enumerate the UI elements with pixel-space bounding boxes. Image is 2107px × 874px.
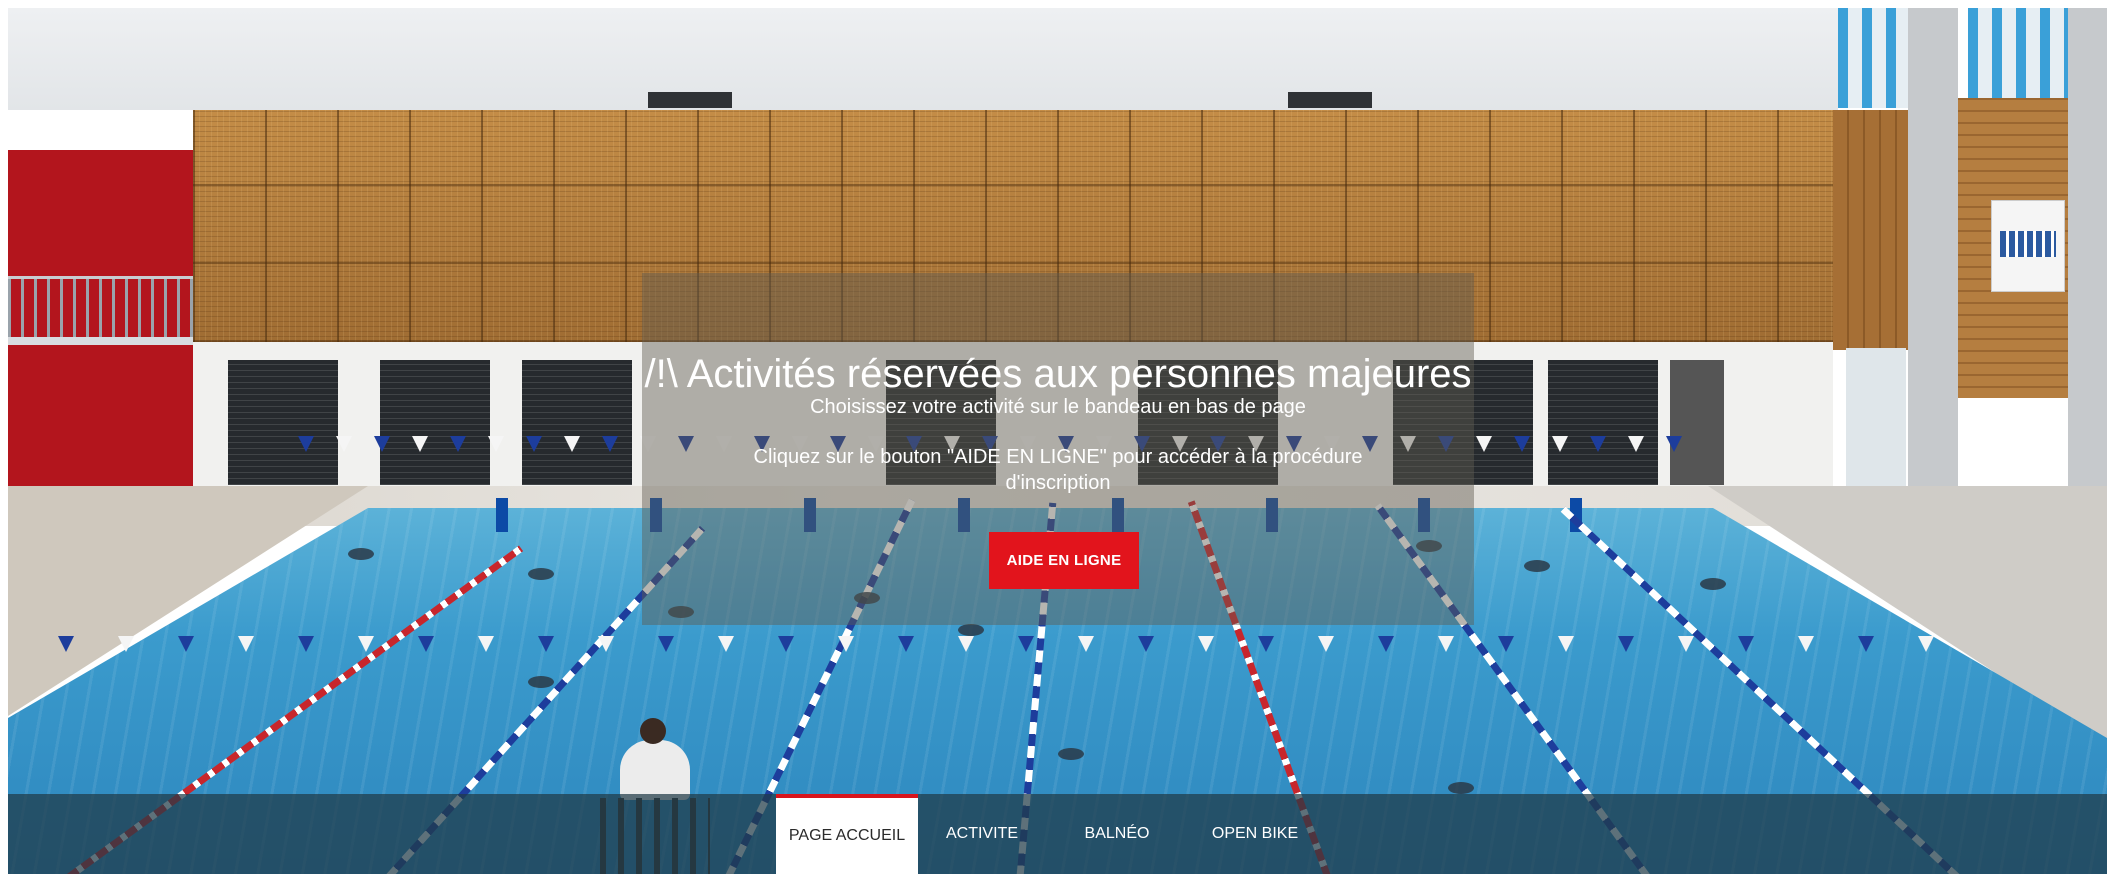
ceiling: [8, 8, 1838, 110]
swimmer: [1524, 560, 1550, 572]
glass-door: [522, 360, 632, 485]
swimmer: [1448, 782, 1474, 794]
window: [1968, 8, 2078, 108]
swimmer: [1058, 748, 1084, 760]
pillar: [2068, 8, 2107, 538]
door: [1670, 360, 1724, 485]
carre-d-eau-sign: [1991, 200, 2065, 292]
starting-block: [496, 498, 508, 532]
ceiling-vent: [1288, 92, 1372, 108]
window: [1838, 8, 1908, 108]
hero-headline: /!\ Activités réservées aux personnes ma…: [644, 351, 1472, 396]
glass-door: [228, 360, 338, 485]
hero-instruction-help: Cliquez sur le bouton "AIDE EN LIGNE" po…: [753, 446, 1363, 494]
swimmer: [348, 548, 374, 560]
backstroke-flags: [58, 636, 1978, 654]
swimmer: [1700, 578, 1726, 590]
wood-panel: [1833, 110, 1908, 350]
swimmer: [528, 676, 554, 688]
nav-item-page-accueil[interactable]: PAGE ACCUEIL: [776, 794, 918, 874]
hero-instruction-activity: Choisissez votre activité sur le bandeau…: [810, 396, 1306, 418]
ceiling-vent: [648, 92, 732, 108]
window: [1846, 348, 1906, 488]
bottom-activity-nav: PAGE ACCUEIL ACTIVITE BALNÉO OPEN BIKE: [8, 794, 2107, 874]
glass-door: [1548, 360, 1658, 485]
lifeguard: [620, 718, 690, 800]
swimmer: [528, 568, 554, 580]
balcony-railing: [8, 276, 193, 345]
glass-door: [380, 360, 490, 485]
aide-en-ligne-button[interactable]: AIDE EN LIGNE: [989, 532, 1139, 589]
nav-item-activite[interactable]: ACTIVITE: [932, 794, 1032, 874]
pillar: [1908, 8, 1958, 538]
nav-item-open-bike[interactable]: OPEN BIKE: [1200, 794, 1310, 874]
nav-item-balneo[interactable]: BALNÉO: [1072, 794, 1162, 874]
swimmer: [958, 624, 984, 636]
